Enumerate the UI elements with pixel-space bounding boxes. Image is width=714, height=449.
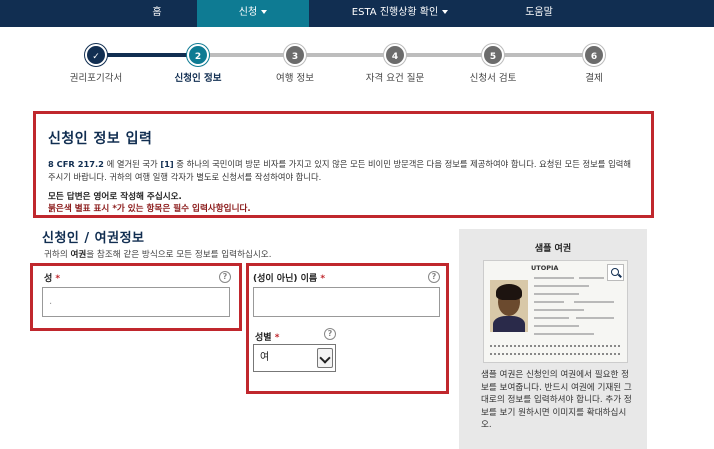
intro-text-part1: 에 열거된 국가 — [103, 159, 161, 169]
chevron-down-icon — [442, 10, 449, 14]
section-title: 신청인 / 여권정보 — [42, 231, 145, 246]
nav-home[interactable]: 홈 — [117, 0, 197, 27]
passport-country: UTOPIA — [531, 264, 559, 272]
required-asterisk: * — [317, 274, 326, 284]
sample-passport-title: 샘플 여권 — [534, 244, 572, 254]
given-name-label-text: (성이 아닌) 이름 — [253, 274, 318, 284]
given-name-gender-group: (성이 아닌) 이름 * ? 성별 * ? 여 — [246, 263, 449, 394]
nav-help[interactable]: 도움말 — [491, 0, 587, 27]
passport-mrz — [490, 353, 622, 355]
top-navigation: 홈 신청 ESTA 진행상황 확인 도움말 — [0, 0, 714, 27]
english-note: 모든 답변은 영어로 작성해 주십시오. — [48, 192, 182, 202]
section-desc-suffix: 을 참조해 같은 방식으로 모든 정보를 입력하십시오. — [86, 250, 272, 260]
step-3-circle: 3 — [284, 44, 306, 66]
help-icon[interactable]: ? — [324, 328, 336, 340]
nav-apply[interactable]: 신청 — [197, 0, 309, 27]
section-description: 귀하의 여권을 참조해 같은 방식으로 모든 정보를 입력하십시오. — [44, 248, 271, 260]
zoom-icon[interactable] — [607, 264, 624, 281]
passport-photo — [490, 280, 528, 332]
gender-label-text: 성별 — [255, 333, 272, 343]
step-4-circle: 4 — [384, 44, 406, 66]
step-1-check-icon: ✓ — [85, 44, 107, 66]
given-name-label: (성이 아닌) 이름 * — [253, 271, 325, 284]
nav-help-label: 도움말 — [525, 7, 553, 18]
footnote-link[interactable]: [1] — [160, 159, 173, 169]
chevron-down-icon — [317, 348, 333, 368]
step-2-circle: 2 — [187, 44, 209, 66]
gender-label: 성별 * — [255, 330, 279, 343]
stepper-line-complete — [96, 53, 198, 57]
gender-selected-value: 여 — [260, 352, 270, 363]
section-desc-bold: 여권 — [70, 250, 87, 260]
nav-esta-status-label: ESTA 진행상황 확인 — [351, 7, 439, 18]
step-6-label: 결제 — [585, 73, 603, 84]
section-desc-prefix: 귀하의 — [44, 250, 71, 260]
sample-passport-description: 샘플 여권은 신청인의 여권에서 필요한 정보를 보여줍니다. 반드시 여권에 … — [481, 370, 632, 430]
step-1-label: 권리포기각서 — [69, 73, 123, 84]
nav-home-label: 홈 — [152, 7, 162, 18]
sample-passport-panel: 샘플 여권 UTOPIA 샘플 여권은 신청인의 여권에서 필요한 정보를 보여… — [459, 229, 647, 449]
intro-text: 8 CFR 217.2 에 열거된 국가 [1] 중 하나의 국민이며 방문 비… — [48, 158, 641, 183]
help-icon[interactable]: ? — [428, 271, 440, 283]
page-title: 신청인 정보 입력 — [48, 131, 153, 147]
passport-mrz — [490, 345, 622, 347]
step-3-label: 여행 정보 — [276, 73, 314, 84]
required-note: 붉은색 별표 표시 *가 있는 항목은 필수 입력사항입니다. — [48, 204, 251, 214]
intro-panel: 신청인 정보 입력 8 CFR 217.2 에 열거된 국가 [1] 중 하나의… — [33, 111, 654, 218]
required-asterisk: * — [52, 274, 61, 284]
step-2-label: 신청인 정보 — [174, 73, 222, 84]
given-name-input[interactable] — [253, 287, 440, 317]
step-6-circle: 6 — [583, 44, 605, 66]
step-4-label: 자격 요건 질문 — [365, 73, 425, 84]
chevron-down-icon — [261, 10, 268, 14]
step-5-label: 신청서 검토 — [469, 73, 517, 84]
sample-passport-image[interactable]: UTOPIA — [483, 260, 628, 363]
required-asterisk: * — [271, 333, 280, 343]
surname-field-group: 성 * ? . — [30, 263, 242, 331]
nav-esta-status[interactable]: ESTA 진행상황 확인 — [309, 0, 491, 27]
nav-apply-label: 신청 — [238, 7, 258, 18]
cfr-link[interactable]: 8 CFR 217.2 — [48, 159, 104, 169]
gender-select[interactable]: 여 — [253, 344, 336, 372]
surname-label: 성 * — [44, 271, 60, 284]
help-icon[interactable]: ? — [219, 271, 231, 283]
surname-input[interactable]: . — [42, 287, 230, 317]
step-5-circle: 5 — [482, 44, 504, 66]
